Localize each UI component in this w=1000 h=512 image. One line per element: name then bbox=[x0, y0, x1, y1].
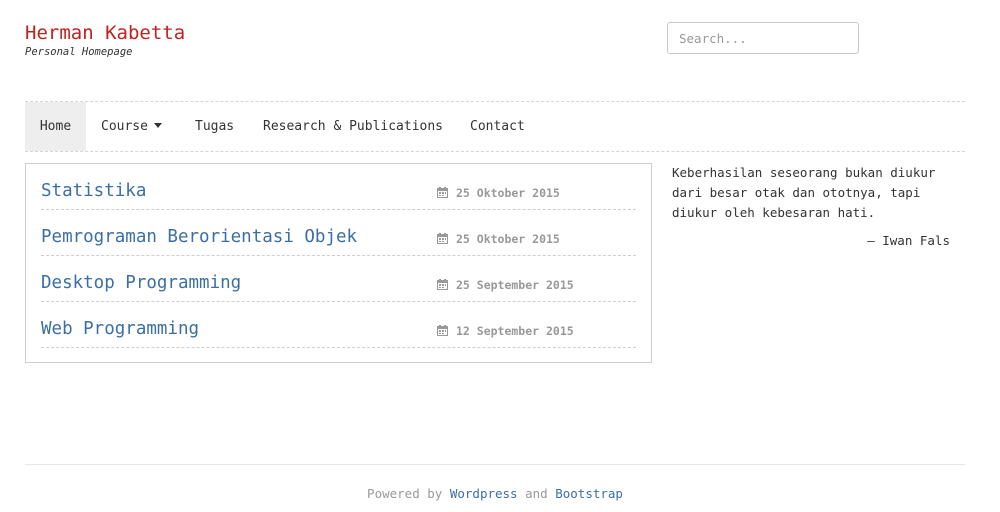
nav-item-research-publications[interactable]: Research & Publications bbox=[263, 102, 443, 151]
post-list: Statistika 25 Oktober 2015 Pemrograman B… bbox=[25, 163, 652, 363]
post-date: 25 Oktober 2015 bbox=[437, 232, 560, 246]
quote-author: — Iwan Fals bbox=[867, 233, 950, 248]
nav-item-course[interactable]: Course bbox=[101, 102, 162, 151]
post-date: 25 September 2015 bbox=[437, 278, 574, 292]
footer-link-bootstrap[interactable]: Bootstrap bbox=[555, 486, 623, 501]
calendar-icon bbox=[437, 279, 448, 290]
calendar-icon bbox=[437, 187, 448, 198]
calendar-icon bbox=[437, 233, 448, 244]
nav-item-tugas[interactable]: Tugas bbox=[195, 102, 234, 151]
nav-item-label: Course bbox=[101, 119, 148, 134]
main-navigation: Home Course Tugas Research & Publication… bbox=[25, 101, 965, 152]
post-date-text: 25 Oktober 2015 bbox=[456, 186, 560, 200]
footer-text: and bbox=[525, 486, 548, 501]
site-title[interactable]: Herman Kabetta bbox=[25, 22, 185, 44]
post-date: 25 Oktober 2015 bbox=[437, 186, 560, 200]
post-title-link[interactable]: Web Programming bbox=[41, 319, 199, 339]
post-date-text: 25 Oktober 2015 bbox=[456, 232, 560, 246]
post-title-link[interactable]: Pemrograman Berorientasi Objek bbox=[41, 227, 357, 247]
sidebar-quote: Keberhasilan seseorang bukan diukur dari… bbox=[672, 165, 936, 220]
post-title-link[interactable]: Statistika bbox=[41, 181, 146, 201]
list-item: Desktop Programming 25 September 2015 bbox=[41, 256, 636, 302]
footer-link-wordpress[interactable]: Wordpress bbox=[450, 486, 518, 501]
list-item: Statistika 25 Oktober 2015 bbox=[41, 164, 636, 210]
nav-item-home[interactable]: Home bbox=[25, 102, 86, 151]
list-item: Web Programming 12 September 2015 bbox=[41, 302, 636, 348]
calendar-icon bbox=[437, 325, 448, 336]
footer-divider bbox=[25, 464, 965, 465]
post-date-text: 25 September 2015 bbox=[456, 278, 574, 292]
site-tagline: Personal Homepage bbox=[25, 46, 133, 58]
nav-item-label: Home bbox=[39, 119, 72, 134]
post-title-link[interactable]: Desktop Programming bbox=[41, 273, 241, 293]
caret-down-icon bbox=[153, 123, 162, 128]
nav-item-contact[interactable]: Contact bbox=[470, 102, 525, 151]
nav-item-label: Research & Publications bbox=[263, 119, 444, 134]
nav-item-label: Contact bbox=[470, 119, 525, 134]
post-date: 12 September 2015 bbox=[437, 324, 574, 338]
search-input[interactable] bbox=[667, 22, 859, 54]
footer-text: Powered by bbox=[367, 486, 443, 501]
post-date-text: 12 September 2015 bbox=[456, 324, 574, 338]
list-item: Pemrograman Berorientasi Objek 25 Oktobe… bbox=[41, 210, 636, 256]
footer: Powered by Wordpress and Bootstrap bbox=[0, 486, 990, 501]
nav-item-label: Tugas bbox=[195, 119, 235, 134]
